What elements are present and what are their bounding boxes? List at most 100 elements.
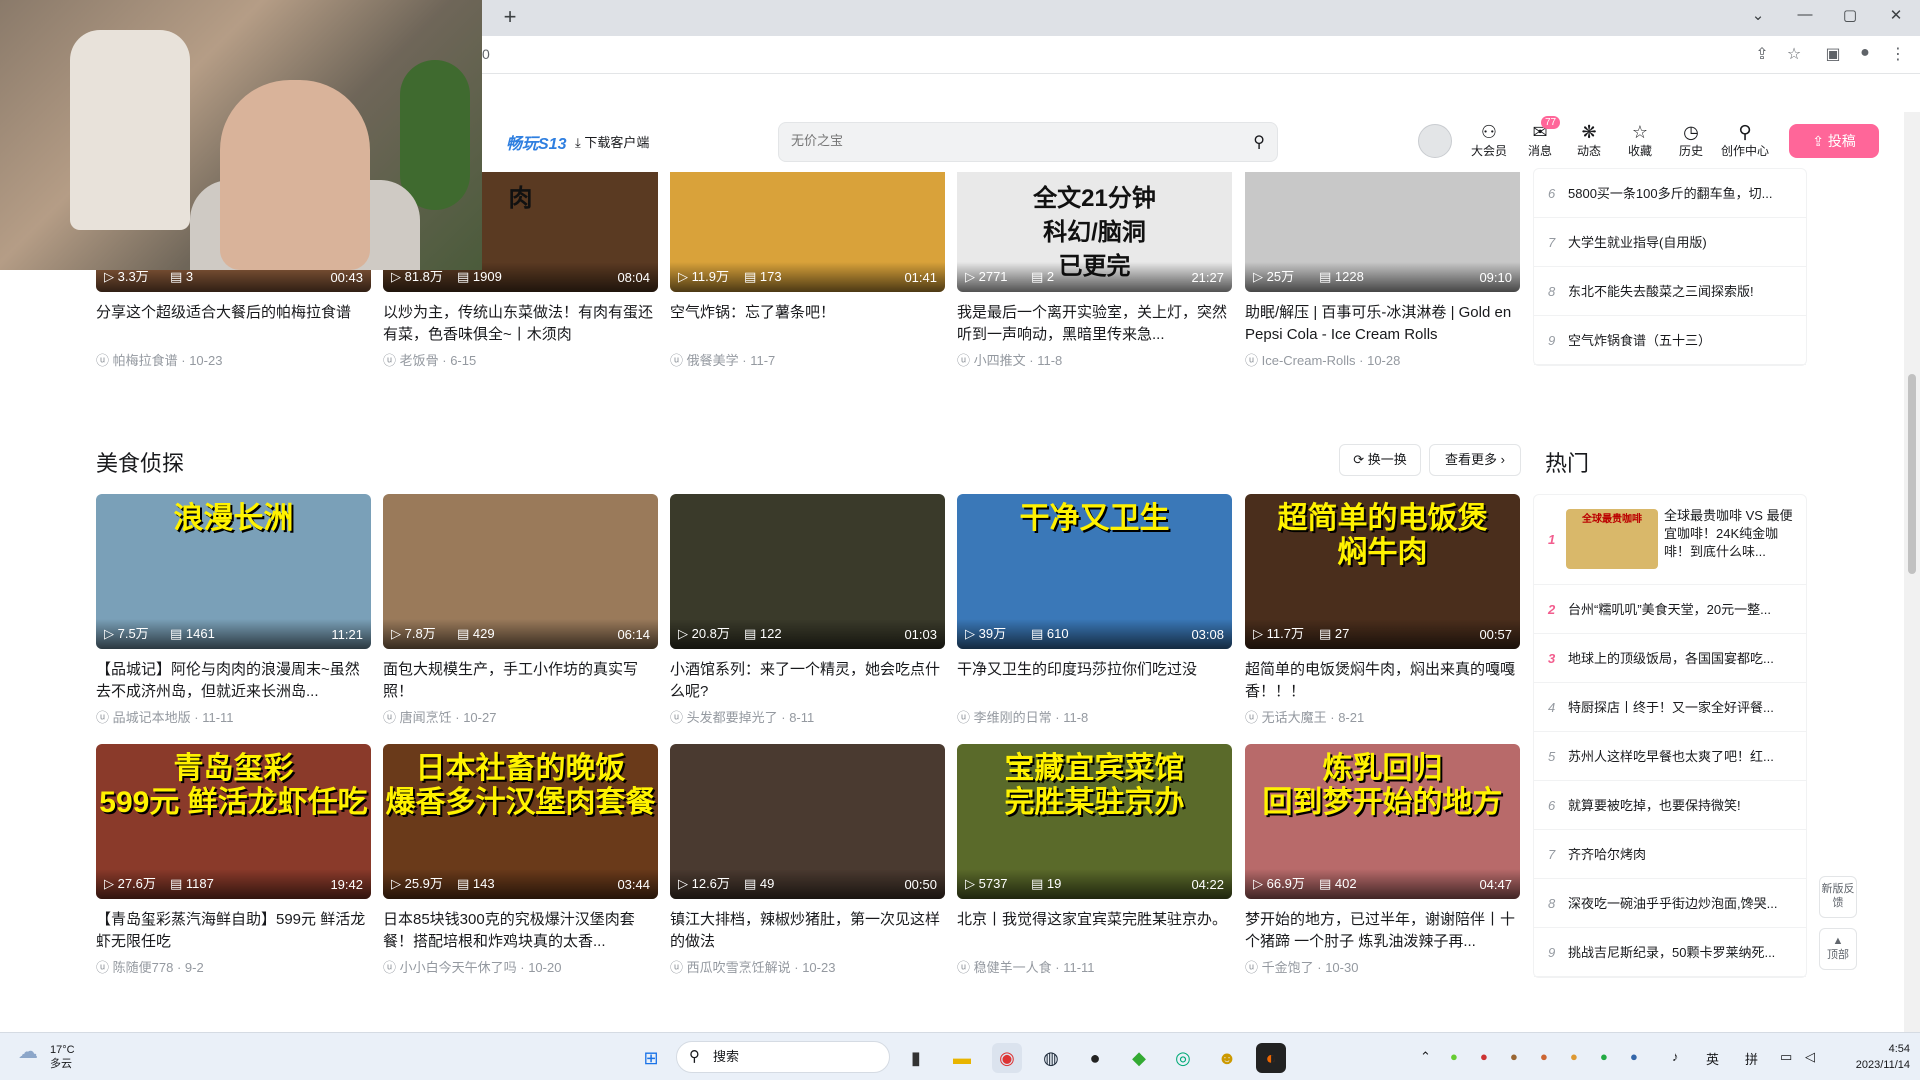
url-text[interactable]: 0 xyxy=(482,46,490,62)
download-client-link[interactable]: ⤓ 下载客户端 xyxy=(575,132,649,151)
network-icon[interactable]: ▭ xyxy=(1780,1049,1792,1065)
video-card[interactable]: 干净又卫生 ▷ 39万 ▤ 610 03:08 干净又卫生的印度玛莎拉你们吃过没… xyxy=(957,494,1232,726)
video-title[interactable]: 分享这个超级适合大餐后的帕梅拉食谱 xyxy=(96,302,371,346)
video-meta[interactable]: ⓤ 老饭骨 · 6-15 xyxy=(383,350,658,369)
rank-item[interactable]: 7 齐齐哈尔烤肉 xyxy=(1534,830,1806,879)
video-thumbnail[interactable]: ▷ 20.8万 ▤ 122 01:03 xyxy=(670,494,945,649)
profile-icon[interactable]: ● xyxy=(1853,44,1877,62)
rank-item[interactable]: 5 苏州人这样吃早餐也太爽了吧！红... xyxy=(1534,732,1806,781)
view-more-button[interactable]: 查看更多 › xyxy=(1429,444,1521,476)
video-title[interactable]: 干净又卫生的印度玛莎拉你们吃过没 xyxy=(957,659,1232,703)
video-thumbnail[interactable]: ▷ 12.6万 ▤ 49 00:50 xyxy=(670,744,945,899)
tray-icon-4[interactable]: ● xyxy=(1540,1049,1548,1064)
close-button[interactable]: ✕ xyxy=(1876,6,1916,24)
feedback-button[interactable]: 新版反馈 xyxy=(1819,876,1857,918)
rank-item[interactable]: 6 5800买一条100多斤的翻车鱼，切... xyxy=(1534,169,1806,218)
video-thumbnail[interactable]: 青岛玺彩 599元 鲜活龙虾任吃 ▷ 27.6万 ▤ 1187 19:42 xyxy=(96,744,371,899)
video-thumbnail[interactable]: 干净又卫生 ▷ 39万 ▤ 610 03:08 xyxy=(957,494,1232,649)
video-thumbnail[interactable]: 全文21分钟 科幻/脑洞 已更完 ▷ 2771 ▤ 2 21:27 xyxy=(957,172,1232,292)
video-thumbnail[interactable]: ▷ 7.8万 ▤ 429 06:14 xyxy=(383,494,658,649)
video-title[interactable]: 【青岛玺彩蒸汽海鲜自助】599元 鲜活龙虾无限任吃 xyxy=(96,909,371,953)
nav-history[interactable]: ◷ 历史 xyxy=(1668,122,1714,159)
video-title[interactable]: 【品城记】阿伦与肉肉的浪漫周末~虽然去不成济州岛，但就近来长洲岛... xyxy=(96,659,371,703)
video-title[interactable]: 超简单的电饭煲焖牛肉，焖出来真的嘎嘎香！！！ xyxy=(1245,659,1520,703)
video-meta[interactable]: ⓤ 无话大魔王 · 8-21 xyxy=(1245,707,1520,726)
video-thumbnail[interactable]: 宝藏宜宾菜馆 完胜某驻京办 ▷ 5737 ▤ 19 04:22 xyxy=(957,744,1232,899)
video-card[interactable]: 日本社畜的晚饭 爆香多汁汉堡肉套餐 ▷ 25.9万 ▤ 143 03:44 日本… xyxy=(383,744,658,976)
hot-featured-thumbnail[interactable]: 全球最贵咖啡 xyxy=(1566,509,1658,569)
microphone-icon[interactable]: ♪ xyxy=(1672,1049,1679,1064)
video-meta[interactable]: ⓤ 小四推文 · 11-8 xyxy=(957,350,1232,369)
file-explorer-icon[interactable]: ▬ xyxy=(947,1043,977,1073)
video-thumbnail[interactable]: ▷ 25万 ▤ 1228 09:10 xyxy=(1245,172,1520,292)
app-icon-3[interactable]: ◎ xyxy=(1168,1043,1198,1073)
nav-creator-center[interactable]: ⚲ 创作中心 xyxy=(1719,122,1771,159)
windows-start-icon[interactable]: ⊞ xyxy=(636,1043,666,1073)
nav-vip[interactable]: ⚇ 大会员 xyxy=(1466,122,1512,159)
video-title[interactable]: 镇江大排档，辣椒炒猪肚，第一次见这样的做法 xyxy=(670,909,945,953)
rank-item[interactable]: 9 空气炸锅食谱（五十三） xyxy=(1534,316,1806,365)
video-meta[interactable]: ⓤ 陈随便778 · 9-2 xyxy=(96,957,371,976)
nav-favorites[interactable]: ☆ 收藏 xyxy=(1617,122,1663,159)
video-card[interactable]: ▷ 25万 ▤ 1228 09:10 助眠/解压 | 百事可乐-冰淇淋卷 | G… xyxy=(1245,172,1520,369)
steam-icon[interactable]: ◍ xyxy=(1036,1043,1066,1073)
video-title[interactable]: 以炒为主，传统山东菜做法！有肉有蛋还有菜，色香味俱全~丨木须肉 xyxy=(383,302,658,346)
tab-search-dropdown-icon[interactable]: ⌄ xyxy=(1738,6,1778,24)
video-meta[interactable]: ⓤ 帕梅拉食谱 · 10-23 xyxy=(96,350,371,369)
video-meta[interactable]: ⓤ 品城记本地版 · 11-11 xyxy=(96,707,371,726)
tray-icon-1[interactable]: ● xyxy=(1450,1049,1458,1064)
video-meta[interactable]: ⓤ Ice-Cream-Rolls · 10-28 xyxy=(1245,350,1520,369)
video-card[interactable]: 全文21分钟 科幻/脑洞 已更完 ▷ 2771 ▤ 2 21:27 我是最后一个… xyxy=(957,172,1232,369)
maximize-button[interactable]: ▢ xyxy=(1830,6,1870,24)
video-meta[interactable]: ⓤ 头发都要掉光了 · 8-11 xyxy=(670,707,945,726)
rank-item[interactable]: 6 就算要被吃掉，也要保持微笑! xyxy=(1534,781,1806,830)
rank-item[interactable]: 4 特厨探店丨终于！又一家全好评餐... xyxy=(1534,683,1806,732)
video-title[interactable]: 助眠/解压 | 百事可乐-冰淇淋卷 | Gold en Pepsi Cola -… xyxy=(1245,302,1520,346)
video-card[interactable]: ▷ 11.9万 ▤ 173 01:41 空气炸锅：忘了薯条吧！ ⓤ 俄餐美学 ·… xyxy=(670,172,945,369)
video-title[interactable]: 我是最后一个离开实验室，关上灯，突然听到一声响动，黑暗里传来急... xyxy=(957,302,1232,346)
video-meta[interactable]: ⓤ 李维刚的日常 · 11-8 xyxy=(957,707,1232,726)
tray-icon-7[interactable]: ● xyxy=(1630,1049,1638,1064)
scrollbar-thumb[interactable] xyxy=(1908,374,1916,574)
new-tab-button[interactable]: + xyxy=(496,4,524,30)
video-thumbnail[interactable]: 炼乳回归 回到梦开始的地方 ▷ 66.9万 ▤ 402 04:47 xyxy=(1245,744,1520,899)
video-card[interactable]: 青岛玺彩 599元 鲜活龙虾任吃 ▷ 27.6万 ▤ 1187 19:42 【青… xyxy=(96,744,371,976)
app-icon-4[interactable]: ☻ xyxy=(1212,1043,1242,1073)
video-thumbnail[interactable]: 日本社畜的晚饭 爆香多汁汉堡肉套餐 ▷ 25.9万 ▤ 143 03:44 xyxy=(383,744,658,899)
video-meta[interactable]: ⓤ 唐闻烹饪 · 10-27 xyxy=(383,707,658,726)
menu-kebab-icon[interactable]: ⋮ xyxy=(1886,44,1910,64)
avatar[interactable] xyxy=(1418,124,1452,158)
video-meta[interactable]: ⓤ 千金饱了 · 10-30 xyxy=(1245,957,1520,976)
ime-language[interactable]: 英 xyxy=(1706,1049,1719,1068)
ime-mode[interactable]: 拼 xyxy=(1745,1049,1758,1068)
back-to-top-button[interactable]: ▲ 顶部 xyxy=(1819,928,1857,970)
side-panel-icon[interactable]: ▣ xyxy=(1821,44,1845,64)
hot-rank-featured[interactable]: 1 全球最贵咖啡 全球最贵咖啡 VS 最便宜咖啡！24K纯金咖啡！到底什么味..… xyxy=(1534,495,1806,585)
nav-messages[interactable]: ✉ 77 消息 xyxy=(1517,116,1563,159)
rank-item[interactable]: 2 台州“糯叽叽”美食天堂，20元一整... xyxy=(1534,585,1806,634)
rank-item[interactable]: 8 深夜吃一碗油乎乎街边炒泡面,馋哭... xyxy=(1534,879,1806,928)
tray-icon-2[interactable]: ● xyxy=(1480,1049,1488,1064)
refresh-button[interactable]: ⟳ 换一换 xyxy=(1339,444,1421,476)
upload-button[interactable]: ⇪ 投稿 xyxy=(1789,124,1879,158)
video-thumbnail[interactable]: 浪漫长洲 ▷ 7.5万 ▤ 1461 11:21 xyxy=(96,494,371,649)
share-icon[interactable]: ⇪ xyxy=(1750,44,1774,64)
video-title[interactable]: 北京丨我觉得这家宜宾菜完胜某驻京办。 xyxy=(957,909,1232,953)
volume-icon[interactable]: ◁ xyxy=(1805,1049,1815,1065)
video-card[interactable]: 炼乳回归 回到梦开始的地方 ▷ 66.9万 ▤ 402 04:47 梦开始的地方… xyxy=(1245,744,1520,976)
video-title[interactable]: 日本85块钱300克的究极爆汁汉堡肉套餐！搭配培根和炸鸡块真的太香... xyxy=(383,909,658,953)
minimize-button[interactable]: — xyxy=(1785,6,1825,23)
video-thumbnail[interactable]: 超简单的电饭煲 焖牛肉 ▷ 11.7万 ▤ 27 00:57 xyxy=(1245,494,1520,649)
page-scrollbar[interactable] xyxy=(1904,112,1920,1032)
rank-item[interactable]: 3 地球上的顶级饭局，各国国宴都吃... xyxy=(1534,634,1806,683)
search-icon[interactable]: ⚲ xyxy=(1253,132,1265,152)
tray-icon-5[interactable]: ● xyxy=(1570,1049,1578,1064)
app-icon-2[interactable]: ◆ xyxy=(1124,1043,1154,1073)
rank-item[interactable]: 7 大学生就业指导(自用版) xyxy=(1534,218,1806,267)
video-title[interactable]: 面包大规模生产，手工小作坊的真实写照！ xyxy=(383,659,658,703)
video-card[interactable]: ▷ 12.6万 ▤ 49 00:50 镇江大排档，辣椒炒猪肚，第一次见这样的做法… xyxy=(670,744,945,976)
video-meta[interactable]: ⓤ 俄餐美学 · 11-7 xyxy=(670,350,945,369)
video-meta[interactable]: ⓤ 稳健羊一人食 · 11-11 xyxy=(957,957,1232,976)
site-logo[interactable]: 畅玩S13 xyxy=(506,130,566,154)
video-card[interactable]: 宝藏宜宾菜馆 完胜某驻京办 ▷ 5737 ▤ 19 04:22 北京丨我觉得这家… xyxy=(957,744,1232,976)
